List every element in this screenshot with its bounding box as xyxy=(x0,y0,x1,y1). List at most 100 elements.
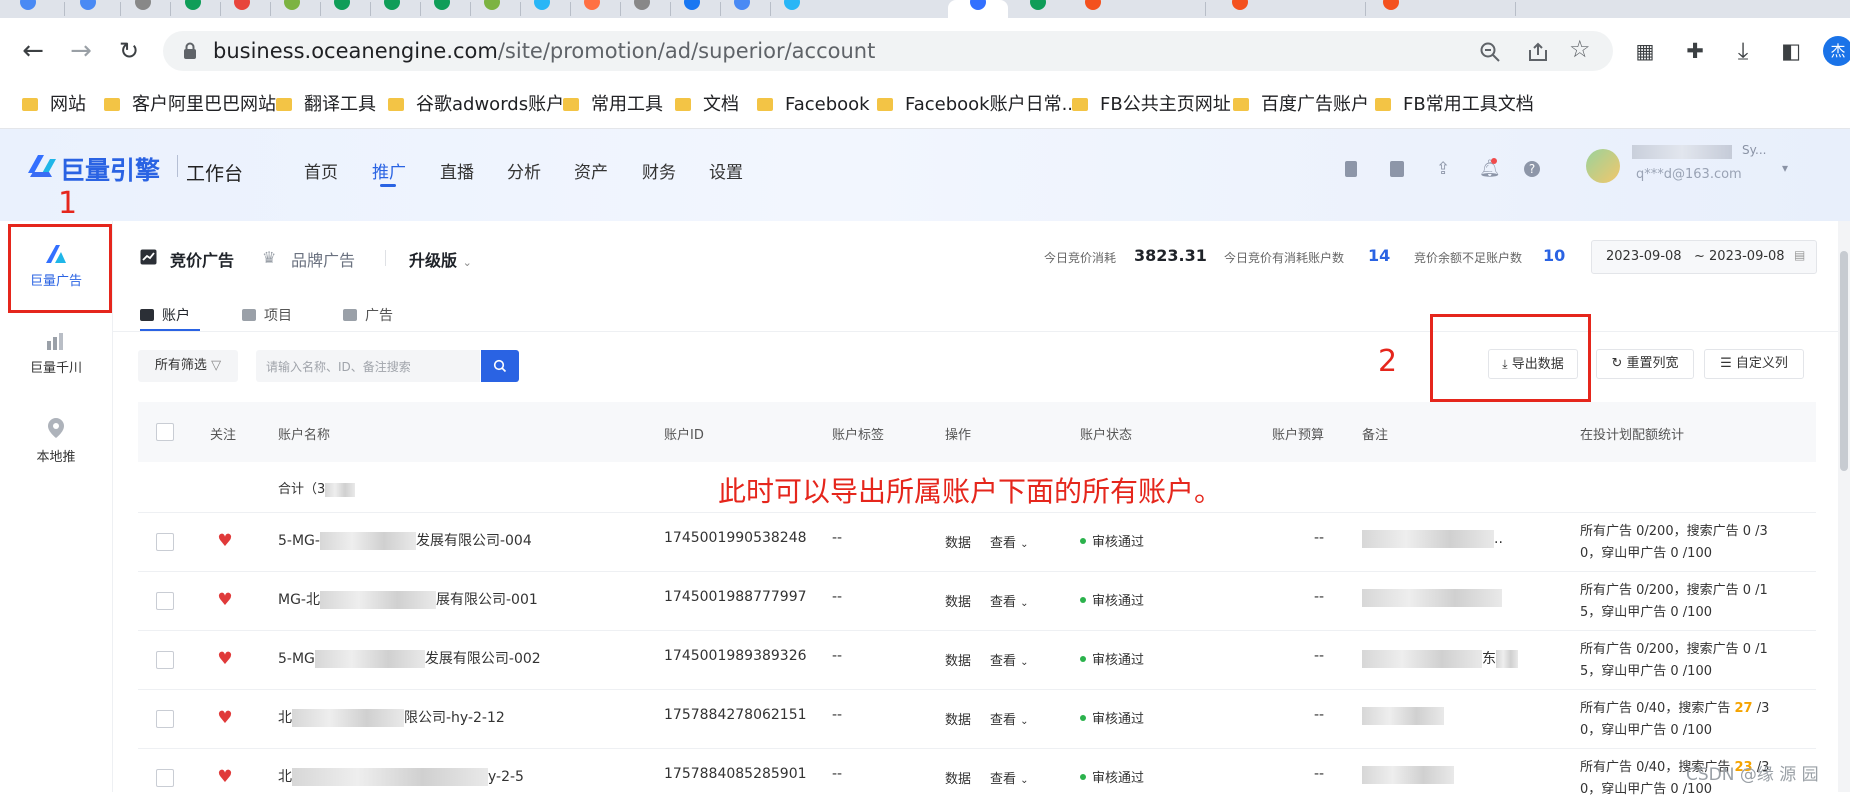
tab-favicon-icon[interactable] xyxy=(135,0,151,10)
table-row[interactable]: ♥ 北 y-2-5 1757884085285901 -- 数据 查看 ⌄ 审核通… xyxy=(138,748,1816,807)
address-bar[interactable]: business.oceanengine.com/site/promotion/… xyxy=(163,31,1613,71)
nav-home[interactable]: 首页 xyxy=(304,158,338,183)
share-link-icon[interactable]: ⇪ xyxy=(1436,159,1450,179)
chevron-down-icon[interactable]: ▾ xyxy=(1782,161,1788,175)
tab-favicon-icon[interactable] xyxy=(384,0,400,10)
bookmark-item[interactable]: FB常用工具文档 xyxy=(1375,94,1534,116)
table-row[interactable]: ♥ MG-北 展有限公司-001 1745001988777997 -- 数据 查… xyxy=(138,571,1816,631)
tab-favicon-icon[interactable] xyxy=(634,0,650,10)
follow-heart-icon[interactable]: ♥ xyxy=(216,709,234,727)
date-range-picker[interactable]: 2023-09-08 ~ 2023-09-08 ▤ xyxy=(1591,240,1817,274)
row-checkbox[interactable] xyxy=(156,533,174,551)
view-dropdown[interactable]: 查看 ⌄ xyxy=(990,709,1029,728)
row-checkbox[interactable] xyxy=(156,710,174,728)
data-link[interactable]: 数据 xyxy=(945,709,971,728)
bookmark-item[interactable]: 文档 xyxy=(675,94,739,116)
tab-favicon-icon[interactable] xyxy=(584,0,600,10)
bookmark-star-icon[interactable]: ☆ xyxy=(1569,35,1591,63)
view-dropdown[interactable]: 查看 ⌄ xyxy=(990,591,1029,610)
custom-columns-button[interactable]: ☰ 自定义列 xyxy=(1704,349,1804,379)
tab-project[interactable]: 项目 xyxy=(242,305,292,325)
nav-live[interactable]: 直播 xyxy=(440,158,474,183)
upgrade-version-select[interactable]: 升级版 ⌄ xyxy=(409,247,472,271)
data-link[interactable]: 数据 xyxy=(945,768,971,787)
follow-heart-icon[interactable]: ♥ xyxy=(216,650,234,668)
clipboard-icon[interactable] xyxy=(1390,161,1404,177)
data-link[interactable]: 数据 xyxy=(945,650,971,669)
tab-account[interactable]: 账户 xyxy=(140,305,190,325)
tab-favicon-icon[interactable] xyxy=(284,0,300,10)
tab-favicon-icon[interactable] xyxy=(684,0,700,10)
bookmark-item[interactable]: Facebook账户日常... xyxy=(877,94,1079,116)
tab-favicon-icon[interactable] xyxy=(434,0,450,10)
bookmark-item[interactable]: Facebook xyxy=(757,94,870,116)
col-header-account-name[interactable]: 账户名称 xyxy=(278,424,330,443)
account-name[interactable]: 5-MG 发展有限公司-002 xyxy=(278,648,541,668)
nav-analysis[interactable]: 分析 xyxy=(507,158,541,183)
follow-heart-icon[interactable]: ♥ xyxy=(216,591,234,609)
oceanengine-logo-icon[interactable] xyxy=(24,151,58,181)
document-icon[interactable] xyxy=(1345,161,1357,177)
nav-settings[interactable]: 设置 xyxy=(709,158,743,183)
export-data-button[interactable]: ⤓ 导出数据 xyxy=(1488,349,1578,379)
active-tab[interactable] xyxy=(948,0,1008,18)
tab-brand-ad[interactable]: 品牌广告 xyxy=(291,247,355,271)
tab-bidding-ad[interactable]: 竞价广告 xyxy=(170,247,234,271)
bookmark-item[interactable]: 谷歌adwords账户 xyxy=(388,94,564,116)
col-header-account-budget[interactable]: 账户预算 xyxy=(1272,424,1324,443)
tab-favicon-icon[interactable] xyxy=(20,0,36,10)
download-icon[interactable]: ⤓ xyxy=(1728,36,1758,66)
tab-favicon-icon[interactable] xyxy=(1030,0,1046,10)
account-name[interactable]: MG-北 展有限公司-001 xyxy=(278,589,538,609)
select-all-checkbox[interactable] xyxy=(156,423,174,441)
data-link[interactable]: 数据 xyxy=(945,532,971,551)
tab-ad[interactable]: 广告 xyxy=(343,305,393,325)
sidebar-icon[interactable]: ◧ xyxy=(1776,36,1806,66)
account-name[interactable]: 北 y-2-5 xyxy=(278,766,524,786)
tab-favicon-icon[interactable] xyxy=(334,0,350,10)
follow-heart-icon[interactable]: ♥ xyxy=(216,768,234,786)
bookmark-item[interactable]: 翻译工具 xyxy=(276,94,376,116)
back-icon[interactable]: ← xyxy=(18,36,48,66)
vertical-scrollbar[interactable] xyxy=(1838,221,1850,792)
view-dropdown[interactable]: 查看 ⌄ xyxy=(990,768,1029,787)
tab-favicon-icon[interactable] xyxy=(784,0,800,10)
tab-favicon-icon[interactable] xyxy=(734,0,750,10)
col-header-account-id[interactable]: 账户ID xyxy=(664,424,704,443)
nav-promotion[interactable]: 推广 xyxy=(372,158,406,183)
table-row[interactable]: ♥ 5-MG- 发展有限公司-004 1745001990538248 -- 数据… xyxy=(138,512,1816,572)
bookmark-item[interactable]: 百度广告账户 xyxy=(1233,94,1369,116)
row-checkbox[interactable] xyxy=(156,769,174,787)
reload-icon[interactable]: ↻ xyxy=(114,36,144,66)
qr-code-icon[interactable]: ▦ xyxy=(1630,36,1660,66)
reset-columns-button[interactable]: ↻ 重置列宽 xyxy=(1596,349,1694,379)
zoom-icon[interactable] xyxy=(1479,41,1501,63)
view-dropdown[interactable]: 查看 ⌄ xyxy=(990,532,1029,551)
search-button[interactable] xyxy=(481,350,519,382)
tab-favicon-icon[interactable] xyxy=(1383,0,1399,10)
tab-favicon-icon[interactable] xyxy=(1232,0,1248,10)
share-icon[interactable] xyxy=(1527,41,1549,63)
forward-icon[interactable]: → xyxy=(66,36,96,66)
rail-item-local-push[interactable]: 本地推 xyxy=(0,416,112,465)
col-header-note[interactable]: 备注 xyxy=(1362,424,1388,443)
data-link[interactable]: 数据 xyxy=(945,591,971,610)
rail-item-qianchuan[interactable]: 巨量千川 xyxy=(0,331,112,376)
extensions-icon[interactable]: ✚ xyxy=(1680,36,1710,66)
bell-icon[interactable]: 🔔︎ xyxy=(1479,159,1501,179)
tab-favicon-icon[interactable] xyxy=(234,0,250,10)
bookmark-item[interactable]: FB公共主页网址 xyxy=(1072,94,1231,116)
tab-favicon-icon[interactable] xyxy=(534,0,550,10)
account-name[interactable]: 5-MG- 发展有限公司-004 xyxy=(278,530,532,550)
table-row[interactable]: ♥ 北限公司-hy-2-12 1757884278062151 -- 数据 查看… xyxy=(138,689,1816,749)
tab-favicon-icon[interactable] xyxy=(1085,0,1101,10)
table-row[interactable]: ♥ 5-MG 发展有限公司-002 1745001989389326 -- 数据 … xyxy=(138,630,1816,690)
col-header-account-tag[interactable]: 账户标签 xyxy=(832,424,884,443)
view-dropdown[interactable]: 查看 ⌄ xyxy=(990,650,1029,669)
account-name[interactable]: 北限公司-hy-2-12 xyxy=(278,707,505,727)
profile-avatar[interactable]: 杰 xyxy=(1823,36,1850,66)
row-checkbox[interactable] xyxy=(156,651,174,669)
search-input[interactable]: 请输入名称、ID、备注搜索 xyxy=(256,350,480,382)
bookmark-item[interactable]: 常用工具 xyxy=(563,94,663,116)
nav-finance[interactable]: 财务 xyxy=(642,158,676,183)
